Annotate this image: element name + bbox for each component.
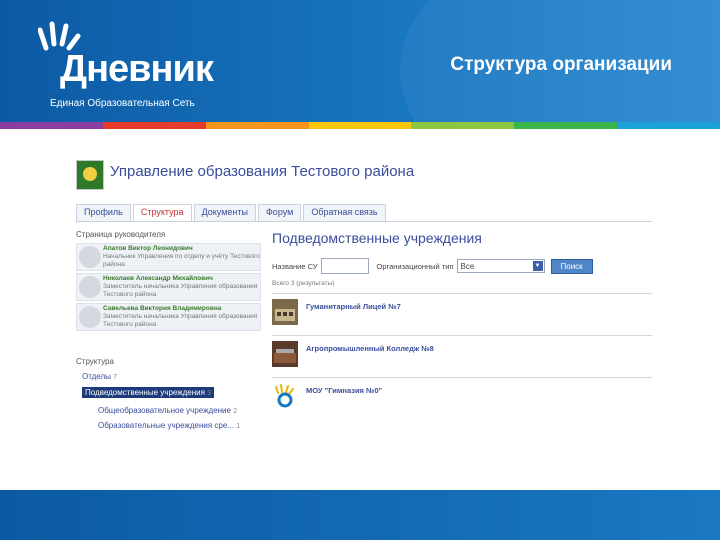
stripe-segment — [308, 122, 412, 129]
result-name[interactable]: Агропромышленный Колледж №8 — [306, 341, 434, 371]
person-desc: Начальник Управления по отделу и учёту Т… — [103, 253, 260, 268]
org-title: Управление образования Тестового района — [110, 163, 415, 180]
person-name[interactable]: Апатов Виктор Леонидович — [103, 245, 260, 253]
type-select-value: Все — [460, 262, 475, 271]
results-count: Всего 3 (результаты) — [272, 280, 335, 287]
structure-item-label: Образовательные учреждения сре... — [98, 421, 234, 430]
org-emblem-icon — [76, 160, 104, 190]
left-sidebar: Страница руководителя Апатов Виктор Леон… — [76, 230, 261, 430]
logo-word: Дневник — [60, 48, 214, 90]
type-select[interactable]: Все ▼ — [456, 259, 545, 273]
structure-item[interactable]: Образовательные учреждения сре... 1 — [98, 421, 261, 430]
result-row: Гуманитарный Лицей №7 — [272, 293, 652, 329]
building-thumbnail-icon — [272, 299, 298, 325]
results-list: Гуманитарный Лицей №7 Агропромышленный Ко… — [272, 293, 652, 413]
person-card[interactable]: Николаев Александр Михайлович Заместитель… — [76, 273, 261, 301]
result-name[interactable]: Гуманитарный Лицей №7 — [306, 299, 401, 329]
person-text: Апатов Виктор Леонидович Начальник Управл… — [103, 244, 260, 270]
main-content: Подведомственные учреждения Название СУ … — [272, 230, 652, 413]
screenshot-panel: Управление образования Тестового района … — [70, 150, 655, 450]
structure-item-label: Отделы — [82, 372, 111, 381]
person-text: Николаев Александр Михайлович Заместитель… — [103, 274, 260, 300]
structure-item[interactable]: Общеобразовательное учреждение 2 — [98, 406, 261, 415]
avatar — [79, 276, 101, 298]
name-label: Название СУ — [272, 261, 318, 271]
logo-tagline: Единая Образовательная Сеть — [50, 98, 195, 109]
stripe-segment — [0, 122, 103, 129]
stripe-segment — [205, 122, 309, 129]
result-name[interactable]: МОУ "Гимназия №0" — [306, 383, 382, 413]
structure-item-count: 7 — [113, 374, 118, 381]
slide-title: Структура организации — [450, 54, 672, 75]
filter-bar: Название СУ Организационный тип Все ▼ По… — [272, 258, 652, 274]
search-button[interactable]: Поиск — [550, 258, 593, 274]
structure-item[interactable]: Подведомственные учреждения 3 — [82, 387, 215, 398]
person-name[interactable]: Савельева Виктория Владимировна — [103, 305, 260, 313]
tab-item[interactable]: Профиль — [76, 204, 131, 221]
stripe-segment — [617, 122, 720, 129]
structure-item-count: 3 — [207, 390, 212, 397]
person-text: Савельева Виктория Владимировна Заместите… — [103, 304, 260, 330]
dnevnik-thumbnail-icon — [272, 383, 298, 409]
avatar — [79, 306, 101, 328]
person-card[interactable]: Апатов Виктор Леонидович Начальник Управл… — [76, 243, 261, 271]
section-title: Подведомственные учреждения — [272, 230, 482, 246]
tab-item[interactable]: Структура — [132, 204, 192, 221]
tab-item[interactable]: Документы — [193, 204, 256, 221]
color-stripe — [0, 122, 720, 129]
avatar — [79, 246, 101, 268]
leaders-heading: Страница руководителя — [76, 230, 166, 239]
person-desc: Заместитель начальника Управления образо… — [103, 283, 258, 298]
structure-list: Отделы 7 Подведомственные учреждения 3 Общ… — [76, 372, 261, 430]
stripe-segment — [102, 122, 206, 129]
person-desc: Заместитель начальника Управления образо… — [103, 313, 258, 328]
type-label: Организационный тип — [376, 261, 454, 271]
structure-section: Структура Отделы 7 Подведомственные учреж… — [76, 357, 261, 430]
structure-item[interactable]: Отделы 7 — [82, 372, 261, 381]
tab-item[interactable]: Обратная связь — [303, 204, 386, 221]
structure-item-label: Подведомственные учреждения — [85, 388, 205, 397]
structure-heading: Структура — [76, 357, 114, 366]
name-input[interactable] — [320, 258, 369, 274]
slide-header: Дневник Единая Образовательная Сеть Стру… — [0, 0, 720, 122]
person-name[interactable]: Николаев Александр Михайлович — [103, 275, 260, 283]
tab-item[interactable]: Форум — [257, 204, 302, 221]
stripe-segment — [411, 122, 515, 129]
chevron-down-icon[interactable]: ▼ — [532, 261, 543, 271]
result-row: МОУ "Гимназия №0" — [272, 377, 652, 413]
people-list: Апатов Виктор Леонидович Начальник Управл… — [76, 243, 261, 331]
person-card[interactable]: Савельева Виктория Владимировна Заместите… — [76, 303, 261, 331]
slide-footer — [0, 490, 720, 540]
structure-item-count: 1 — [236, 423, 241, 430]
building-thumbnail-icon — [272, 341, 298, 367]
stripe-segment — [514, 122, 618, 129]
result-row: Агропромышленный Колледж №8 — [272, 335, 652, 371]
tab-bar: Профиль Структура Документы Форум Обратная с… — [76, 204, 652, 222]
structure-item-count: 2 — [233, 408, 238, 415]
structure-item-label: Общеобразовательное учреждение — [98, 406, 231, 415]
